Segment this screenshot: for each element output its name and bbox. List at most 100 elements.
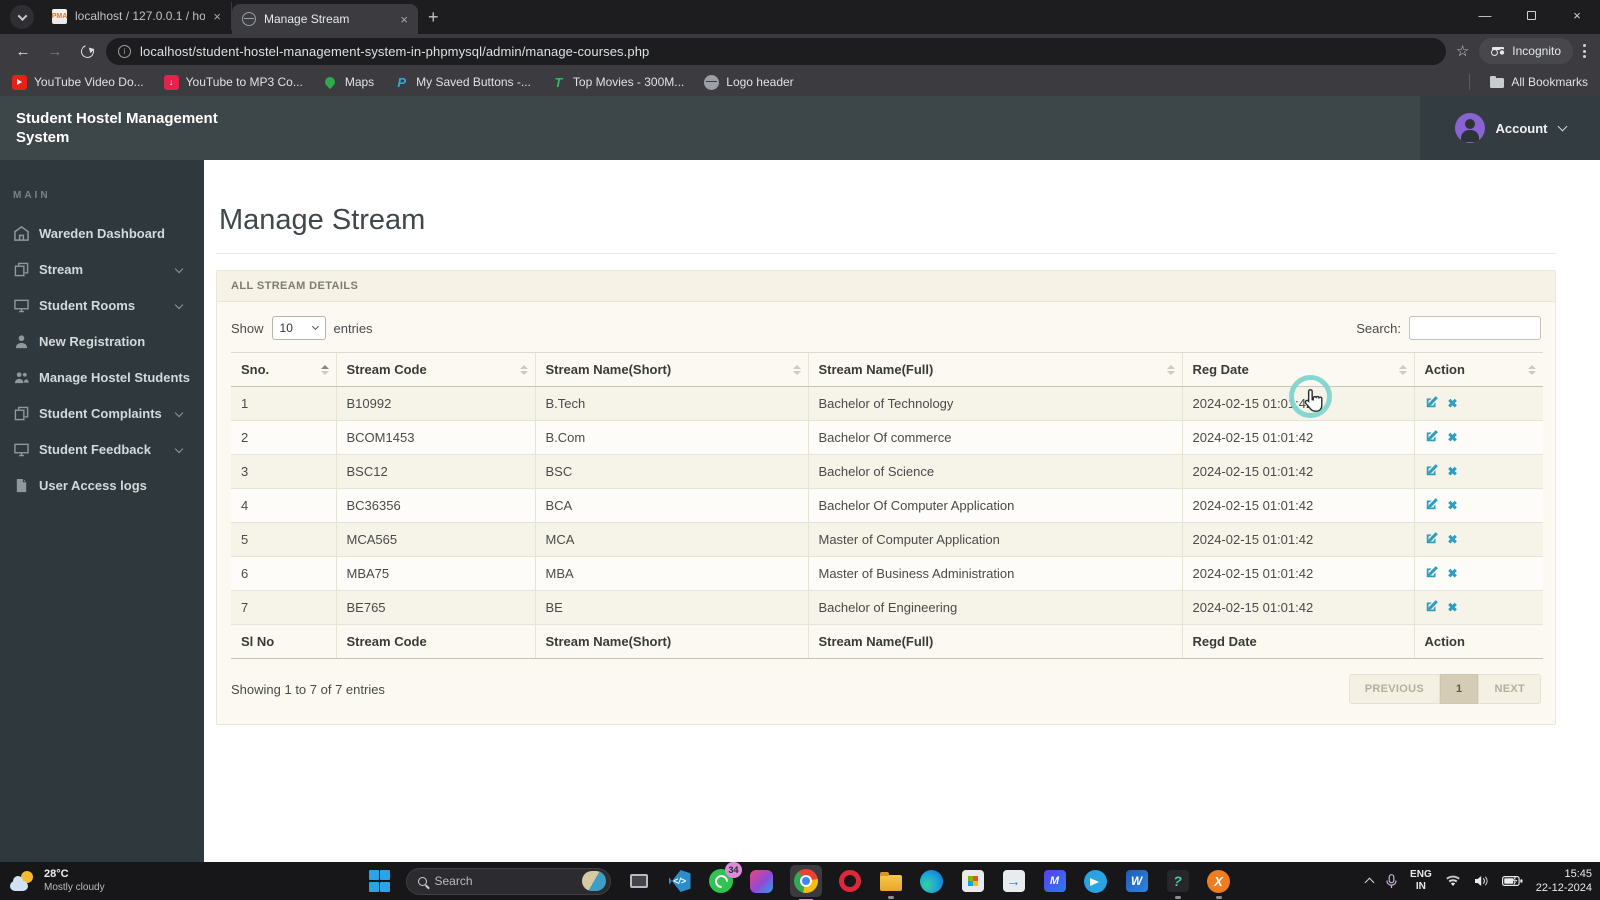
page-1-button[interactable]: 1 [1440, 674, 1479, 705]
tab-phpmyadmin[interactable]: PMA localhost / 127.0.0.1 / hostel | p × [42, 2, 232, 30]
start-button[interactable] [368, 870, 391, 892]
chrome-icon[interactable] [789, 865, 822, 900]
delete-icon[interactable]: ✖ [1448, 533, 1458, 547]
new-tab-button[interactable]: + [428, 7, 439, 28]
tab-search-button[interactable] [10, 5, 34, 29]
edit-icon[interactable] [1425, 565, 1439, 582]
stream-panel: ALL STREAM DETAILS Show 10 entries Searc… [216, 270, 1556, 726]
edge-icon[interactable] [919, 868, 945, 894]
whatsapp-icon[interactable]: 34 [708, 862, 742, 894]
file-explorer-icon[interactable] [878, 868, 904, 899]
wifi-icon[interactable] [1445, 875, 1461, 887]
telegram-icon[interactable] [1083, 868, 1109, 894]
question-app-icon[interactable]: ? [1165, 868, 1191, 899]
xampp-icon[interactable]: X [1206, 868, 1232, 899]
chevron-down-icon [1557, 121, 1567, 132]
edit-icon[interactable] [1425, 463, 1439, 480]
edit-icon[interactable] [1425, 531, 1439, 548]
microsoft-store-icon[interactable] [960, 868, 986, 894]
column-header-sno[interactable]: Sno. [231, 352, 336, 387]
sidebar-item-student-complaints[interactable]: Student Complaints [0, 395, 204, 431]
restore-button[interactable] [1508, 0, 1554, 30]
taskbar-search[interactable]: Search [405, 867, 611, 895]
delete-icon[interactable]: ✖ [1448, 465, 1458, 479]
copy-icon [14, 406, 29, 420]
delete-icon[interactable]: ✖ [1448, 499, 1458, 513]
file-icon [16, 478, 27, 492]
sidebar-section-label: MAIN [13, 190, 51, 201]
close-window-button[interactable]: × [1554, 0, 1600, 30]
sidebar-item-user-access-logs[interactable]: User Access logs [0, 467, 204, 503]
language-indicator[interactable]: ENG IN [1410, 869, 1432, 894]
account-menu[interactable]: Account [1420, 96, 1600, 160]
minimize-button[interactable]: — [1462, 0, 1508, 30]
column-header-action[interactable]: Action [1413, 352, 1543, 387]
reload-button[interactable] [74, 38, 100, 64]
all-bookmarks-button[interactable]: All Bookmarks [1490, 75, 1588, 89]
battery-charging-icon[interactable] [1501, 875, 1523, 887]
bookmark-item[interactable]: ↓ YouTube to MP3 Co... [163, 74, 303, 90]
bookmark-item[interactable]: Logo header [704, 74, 794, 90]
incognito-label: Incognito [1512, 44, 1561, 58]
chevron-down-icon [174, 264, 184, 274]
bookmark-item[interactable]: T Top Movies - 300M... [551, 75, 684, 90]
delete-icon[interactable]: ✖ [1448, 601, 1458, 615]
microphone-icon[interactable] [1386, 873, 1397, 889]
maps-pin-icon [323, 75, 338, 90]
weather-widget[interactable]: 28°C Mostly cloudy [10, 868, 105, 893]
vscode-icon[interactable]: </> [667, 868, 693, 894]
column-header-stream-name-short[interactable]: Stream Name(Short) [534, 352, 808, 387]
forward-button[interactable]: → [42, 38, 68, 64]
forward-arrow-app-icon[interactable]: → [1001, 868, 1027, 894]
back-button[interactable]: ← [10, 38, 36, 64]
edit-icon[interactable] [1425, 429, 1439, 446]
task-view-icon[interactable] [626, 868, 652, 894]
bookmark-item[interactable]: P My Saved Buttons -... [394, 75, 531, 90]
speaker-icon[interactable] [1474, 875, 1489, 887]
tray-date: 22-12-2024 [1535, 882, 1592, 894]
monitor-icon [14, 443, 29, 456]
sidebar-item-new-registration[interactable]: New Registration [0, 323, 204, 359]
next-page-button[interactable]: NEXT [1478, 674, 1541, 705]
address-bar[interactable]: i localhost/student-hostel-management-sy… [106, 37, 1446, 65]
copilot-icon[interactable] [749, 868, 775, 894]
search-input[interactable] [1409, 316, 1541, 340]
tab-close-icon[interactable]: × [213, 9, 221, 24]
delete-icon[interactable]: ✖ [1448, 431, 1458, 445]
clipchamp-icon[interactable]: M [1042, 868, 1068, 894]
bookmark-item[interactable]: Maps [323, 75, 374, 90]
avatar [1454, 113, 1485, 143]
delete-icon[interactable]: ✖ [1448, 397, 1458, 411]
browser-menu-button[interactable] [1583, 44, 1586, 58]
main-content: Manage Stream ALL STREAM DETAILS Show 10… [204, 160, 1600, 862]
edit-icon[interactable] [1425, 395, 1439, 412]
pagination: PREVIOUS 1 NEXT [1348, 674, 1541, 705]
tab-manage-stream[interactable]: Manage Stream × [232, 4, 418, 34]
edit-icon[interactable] [1425, 599, 1439, 616]
sidebar-item-student-feedback[interactable]: Student Feedback [0, 431, 204, 467]
opera-icon[interactable] [837, 868, 863, 894]
word-icon[interactable]: W [1124, 868, 1150, 894]
sidebar-item-student-rooms[interactable]: Student Rooms [0, 287, 204, 323]
previous-page-button[interactable]: PREVIOUS [1348, 674, 1441, 705]
sidebar-item-stream[interactable]: Stream [0, 251, 204, 287]
clock[interactable]: 15:45 22-12-2024 [1536, 867, 1592, 896]
page-length-select[interactable]: 10 [271, 316, 326, 340]
column-header-stream-code[interactable]: Stream Code [335, 352, 535, 387]
sort-icon [1528, 364, 1536, 375]
dashboard-icon [14, 225, 29, 241]
tray-expand-icon[interactable] [1364, 877, 1375, 888]
sidebar-item-manage-hostel-students[interactable]: Manage Hostel Students [0, 359, 204, 395]
youtube-mp3-icon: ↓ [163, 74, 179, 90]
delete-icon[interactable]: ✖ [1448, 567, 1458, 581]
tab-close-icon[interactable]: × [400, 12, 408, 27]
sidebar: MAIN Wareden Dashboard Stream Student Ro… [0, 160, 204, 862]
column-header-stream-name-full[interactable]: Stream Name(Full) [807, 352, 1182, 387]
sidebar-item-wareden-dashboard[interactable]: Wareden Dashboard [0, 215, 204, 251]
table-row: 6 MBA75 MBA Master of Business Administrati… [231, 556, 1543, 592]
bookmark-star-icon[interactable]: ☆ [1456, 42, 1469, 60]
youtube-icon [12, 74, 27, 90]
bookmark-item[interactable]: YouTube Video Do... [12, 74, 144, 90]
edit-icon[interactable] [1425, 497, 1439, 514]
site-info-icon[interactable]: i [118, 44, 131, 58]
